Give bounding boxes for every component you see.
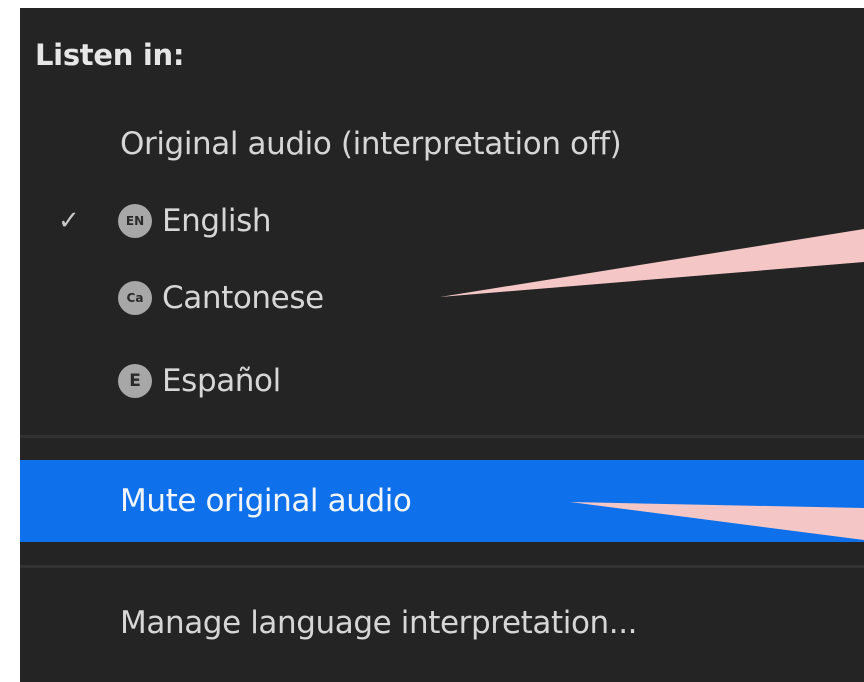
- cantonese-language-icon: Ca: [118, 281, 152, 315]
- espanol-language-icon: E: [118, 364, 152, 398]
- original-audio-label: Original audio (interpretation off): [120, 126, 622, 162]
- checkmark-icon: ✓: [58, 206, 80, 236]
- menu-item-original-audio[interactable]: Original audio (interpretation off): [20, 114, 864, 174]
- english-language-icon: EN: [118, 204, 152, 238]
- cantonese-label: Cantonese: [162, 280, 324, 316]
- menu-item-english[interactable]: ✓ EN English: [20, 191, 864, 251]
- manage-language-interpretation-button[interactable]: Manage language interpretation...: [20, 588, 864, 658]
- menu-item-espanol[interactable]: E Español: [20, 351, 864, 411]
- menu-divider: [20, 435, 864, 438]
- interpretation-menu: Listen in: Original audio (interpretatio…: [20, 8, 864, 682]
- menu-item-cantonese[interactable]: Ca Cantonese: [20, 268, 864, 328]
- espanol-label: Español: [162, 363, 281, 399]
- mute-original-audio-button[interactable]: Mute original audio: [20, 460, 864, 542]
- menu-divider: [20, 565, 864, 568]
- listen-in-header: Listen in:: [35, 38, 185, 72]
- mute-original-audio-label: Mute original audio: [120, 483, 412, 519]
- manage-language-interpretation-label: Manage language interpretation...: [120, 605, 638, 641]
- english-label: English: [162, 203, 272, 239]
